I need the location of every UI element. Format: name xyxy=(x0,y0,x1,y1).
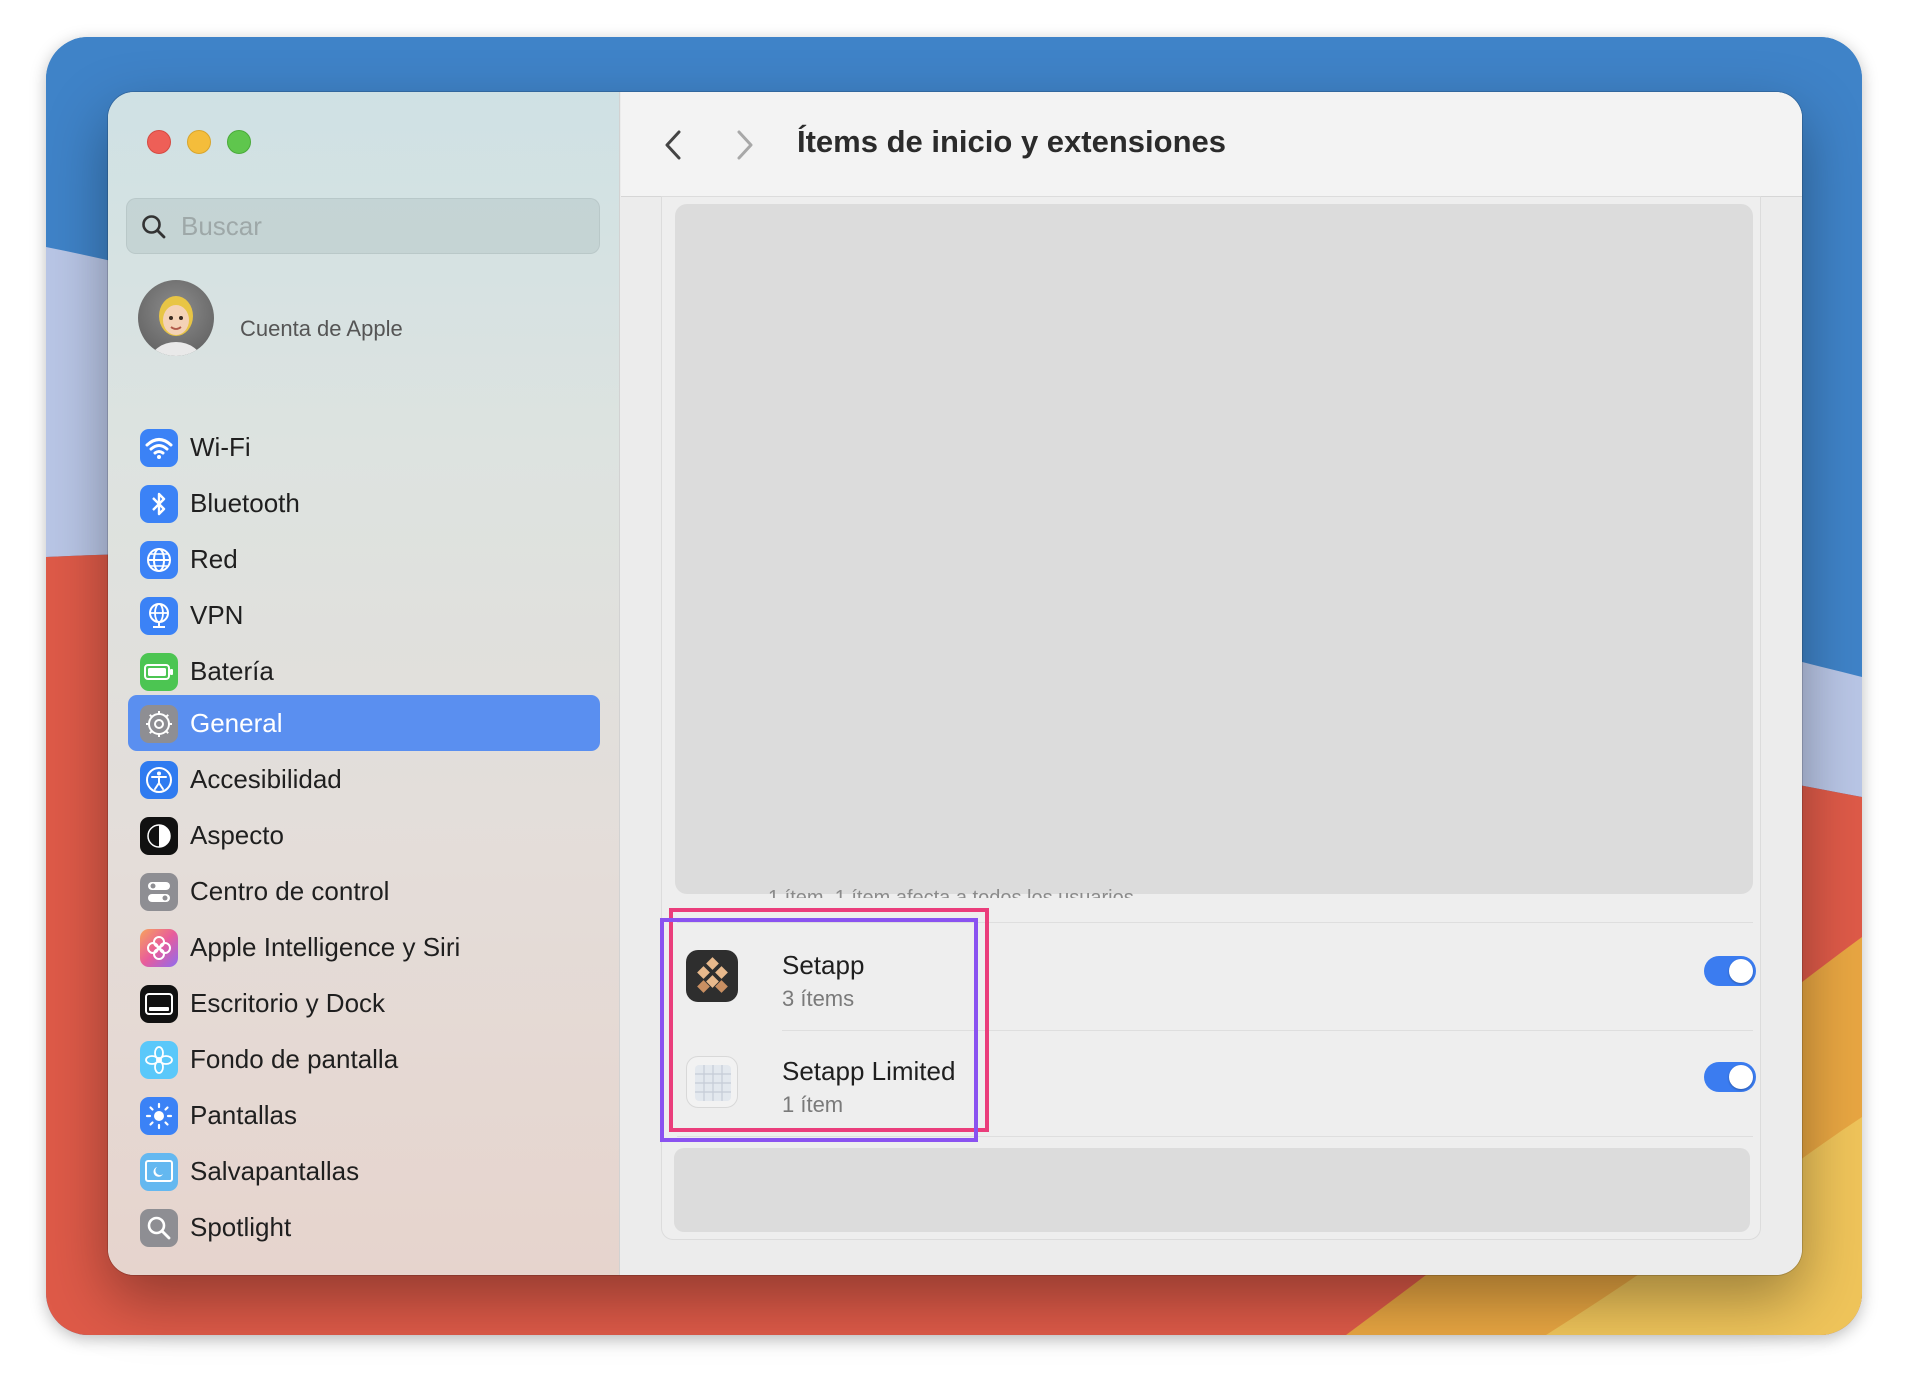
sidebar-item-general[interactable]: General xyxy=(128,695,600,751)
gear-icon xyxy=(140,705,178,743)
sidebar-item-bateria[interactable]: Batería xyxy=(128,643,600,699)
bluetooth-icon xyxy=(140,485,178,523)
sidebar-item-wifi[interactable]: Wi-Fi xyxy=(128,419,600,475)
sidebar-item-label: Escritorio y Dock xyxy=(190,988,386,1018)
setapp-icon xyxy=(686,950,738,1002)
forward-chevron-icon[interactable] xyxy=(733,128,757,162)
siri-icon xyxy=(140,929,178,967)
redacted-block xyxy=(674,1148,1750,1232)
sidebar-item-label: Aspecto xyxy=(190,820,284,850)
row-divider xyxy=(677,922,1753,923)
wallpaper-flower-icon xyxy=(140,1041,178,1079)
sidebar-item-fondo-de-pantalla[interactable]: Fondo de pantalla xyxy=(128,1031,600,1087)
sidebar-item-label: Accesibilidad xyxy=(190,764,342,794)
setapp-limited-toggle[interactable] xyxy=(1704,1062,1756,1092)
partial-item-description: 1 ítem, 1 ítem afecta a todos los usuari… xyxy=(768,887,1134,898)
apple-account-label: Cuenta de Apple xyxy=(240,316,403,341)
apple-account-item[interactable]: Cuenta de Apple xyxy=(138,280,598,360)
row-divider xyxy=(677,1136,1753,1137)
app-item-count: 1 ítem xyxy=(782,1092,844,1117)
wifi-icon xyxy=(140,429,178,467)
sidebar-item-apple-intelligence[interactable]: Apple Intelligence y Siri xyxy=(128,919,600,975)
app-name: Setapp xyxy=(782,950,865,980)
sidebar-item-accesibilidad[interactable]: Accesibilidad xyxy=(128,751,600,807)
sidebar-item-label: General xyxy=(190,708,283,738)
memoji-avatar-icon xyxy=(151,296,201,356)
sidebar-item-salvapantallas[interactable]: Salvapantallas xyxy=(128,1143,600,1199)
sidebar-item-label: Wi-Fi xyxy=(190,432,251,462)
app-item-count: 3 ítems xyxy=(782,986,855,1011)
app-name: Setapp Limited xyxy=(782,1056,956,1086)
spotlight-search-icon xyxy=(140,1209,178,1247)
sidebar-item-label: VPN xyxy=(190,600,244,630)
setapp-toggle[interactable] xyxy=(1704,956,1756,986)
redacted-block xyxy=(675,204,1753,894)
avatar xyxy=(138,280,214,356)
globe-icon xyxy=(140,541,178,579)
sidebar-item-escritorio-y-dock[interactable]: Escritorio y Dock xyxy=(128,975,600,1031)
sidebar-item-label: Pantallas xyxy=(190,1100,297,1130)
minimize-window-button[interactable] xyxy=(187,130,211,154)
sidebar-item-label: Red xyxy=(190,544,238,574)
sidebar-item-vpn[interactable]: VPN xyxy=(128,587,600,643)
battery-icon xyxy=(140,653,178,691)
app-row-setapp: Setapp 3 ítems xyxy=(664,924,1764,1028)
toggle-knob xyxy=(1729,959,1753,983)
desktop-dock-icon xyxy=(140,985,178,1023)
accessibility-icon xyxy=(140,761,178,799)
sidebar-item-label: Batería xyxy=(190,656,274,686)
sidebar-item-label: Centro de control xyxy=(190,876,390,906)
app-row-setapp-limited: Setapp Limited 1 ítem xyxy=(664,1030,1764,1134)
search-input[interactable] xyxy=(181,199,581,253)
sidebar-item-aspecto[interactable]: Aspecto xyxy=(128,807,600,863)
sidebar: Cuenta de Apple Wi-Fi Bluetooth Red VP xyxy=(108,92,620,1275)
sidebar-item-spotlight[interactable]: Spotlight xyxy=(128,1199,600,1255)
sidebar-item-centro-de-control[interactable]: Centro de control xyxy=(128,863,600,919)
toggle-knob xyxy=(1729,1065,1753,1089)
screensaver-icon xyxy=(140,1153,178,1191)
appearance-icon xyxy=(140,817,178,855)
back-chevron-icon[interactable] xyxy=(661,128,685,162)
sidebar-item-label: Fondo de pantalla xyxy=(190,1044,399,1074)
sidebar-item-label: Salvapantallas xyxy=(190,1156,360,1186)
search-field[interactable] xyxy=(126,198,600,254)
sidebar-item-label: Apple Intelligence y Siri xyxy=(190,932,461,962)
sidebar-item-pantallas[interactable]: Pantallas xyxy=(128,1087,600,1143)
sidebar-item-label: Bluetooth xyxy=(190,488,300,518)
page-title: Ítems de inicio y extensiones xyxy=(797,124,1226,159)
close-window-button[interactable] xyxy=(147,130,171,154)
toolbar: Ítems de inicio y extensiones xyxy=(621,92,1802,197)
sidebar-item-label: Spotlight xyxy=(190,1212,292,1242)
zoom-window-button[interactable] xyxy=(227,130,251,154)
control-center-icon xyxy=(140,873,178,911)
setapp-limited-icon xyxy=(686,1056,738,1108)
search-icon xyxy=(142,215,166,239)
sidebar-item-red[interactable]: Red xyxy=(128,531,600,587)
displays-sun-icon xyxy=(140,1097,178,1135)
vpn-globe-icon xyxy=(140,597,178,635)
sidebar-item-bluetooth[interactable]: Bluetooth xyxy=(128,475,600,531)
